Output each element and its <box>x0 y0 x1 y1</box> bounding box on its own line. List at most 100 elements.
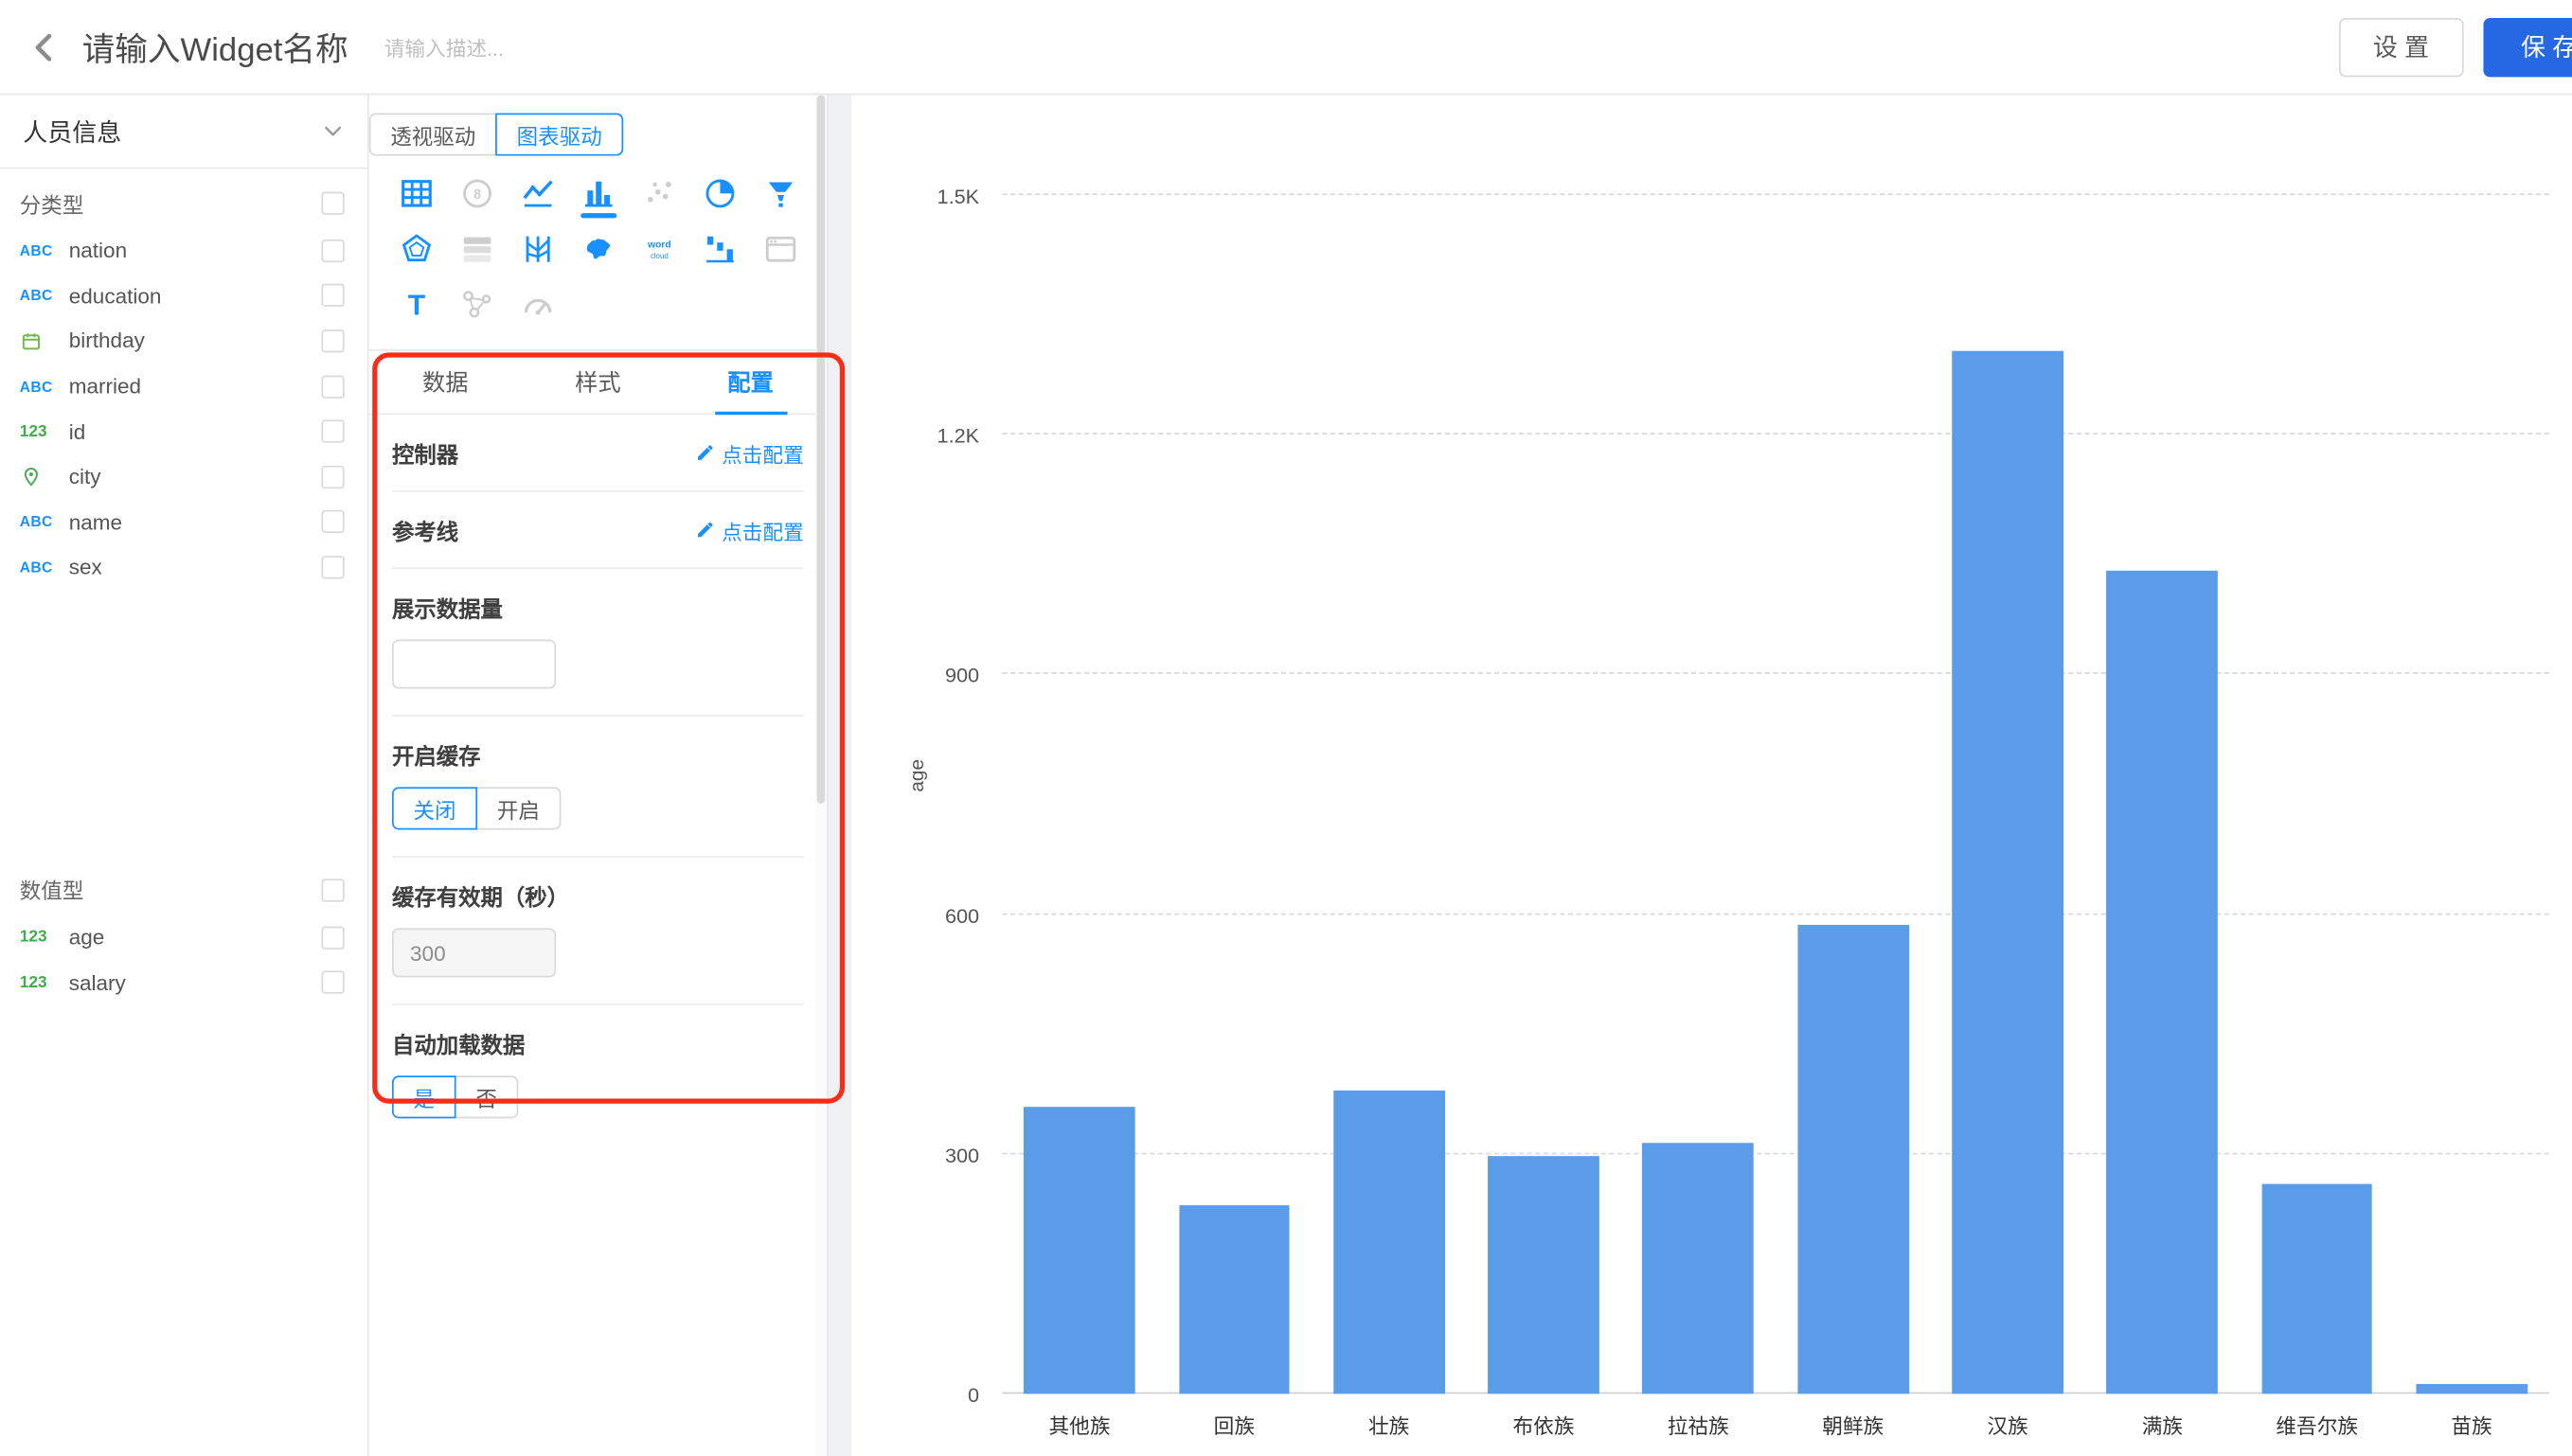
field-checkbox[interactable] <box>322 284 345 307</box>
funnel-chart-icon[interactable] <box>762 175 798 218</box>
select-all-checkbox[interactable] <box>322 192 345 215</box>
field-name: city <box>69 465 322 489</box>
autoload-option[interactable]: 否 <box>455 1075 519 1118</box>
grid-line <box>1002 1152 2548 1154</box>
header-actions: 设 置 保 存 <box>2338 17 2572 76</box>
y-axis-tick-label: 300 <box>878 1145 979 1167</box>
display-count-input[interactable] <box>392 640 556 689</box>
stacked-table-chart-icon[interactable] <box>458 231 494 274</box>
text-field-icon: ABC <box>20 378 69 394</box>
reference-line-configure-label: 点击配置 <box>722 514 804 545</box>
radar-chart-icon[interactable] <box>398 231 434 274</box>
back-button[interactable] <box>23 26 65 68</box>
x-axis-tick-label: 壮族 <box>1312 1409 1466 1440</box>
controller-configure-link[interactable]: 点击配置 <box>695 437 803 469</box>
pie-chart-icon[interactable] <box>701 175 737 218</box>
widget-editor: 请输入Widget名称 请输入描述... 设 置 保 存 人员信息 分类型 ABC… <box>0 0 2572 1456</box>
reference-line-configure-link[interactable]: 点击配置 <box>695 514 803 545</box>
bar[interactable] <box>2107 571 2219 1394</box>
pencil-icon <box>695 520 715 540</box>
field-row[interactable]: city <box>0 454 367 500</box>
bar[interactable] <box>1952 351 2063 1394</box>
field-row[interactable]: 123id <box>0 409 367 454</box>
save-button[interactable]: 保 存 <box>2483 17 2572 76</box>
y-axis-tick-label: 600 <box>878 904 979 927</box>
bar[interactable] <box>2416 1384 2527 1394</box>
autoload-option[interactable]: 是 <box>392 1075 456 1118</box>
field-checkbox[interactable] <box>322 510 345 533</box>
top-bar: 请输入Widget名称 请输入描述... 设 置 保 存 <box>0 0 2572 95</box>
autoload-toggle: 是否 <box>392 1075 518 1118</box>
field-sections: 分类型 ABCnationABCeducationbirthdayABCmarri… <box>0 179 367 1005</box>
field-row[interactable]: ABCname <box>0 500 367 545</box>
field-row[interactable]: 123age <box>0 914 367 960</box>
panel-scrollbar[interactable] <box>815 95 827 1456</box>
bar[interactable] <box>1643 1142 1755 1394</box>
field-checkbox[interactable] <box>322 556 345 578</box>
richtext-chart-icon[interactable]: T <box>398 287 434 329</box>
field-row[interactable]: ABCmarried <box>0 364 367 409</box>
x-axis-tick-label: 布依族 <box>1466 1409 1620 1440</box>
bar[interactable] <box>1179 1206 1291 1394</box>
line-chart-icon[interactable] <box>519 175 555 218</box>
field-checkbox[interactable] <box>322 420 345 443</box>
field-checkbox[interactable] <box>322 466 345 488</box>
pencil-icon <box>695 443 715 463</box>
field-checkbox[interactable] <box>322 971 345 994</box>
waterfall-chart-icon[interactable] <box>701 231 737 274</box>
relation-chart-icon[interactable] <box>458 287 494 329</box>
bar[interactable] <box>1488 1157 1599 1394</box>
x-axis-tick-label: 回族 <box>1157 1409 1312 1440</box>
bar-chart-icon[interactable] <box>580 175 616 218</box>
display-count-block: 展示数据量 <box>392 569 804 717</box>
config-tab[interactable]: 配置 <box>674 351 827 414</box>
bar[interactable] <box>1024 1106 1135 1394</box>
config-tab[interactable]: 样式 <box>522 351 674 414</box>
table-chart-icon[interactable] <box>398 175 434 218</box>
wordcloud-chart-icon[interactable]: wordcloud <box>640 231 676 274</box>
widget-name-input[interactable]: 请输入Widget名称 <box>82 23 348 70</box>
field-row[interactable]: birthday <box>0 318 367 364</box>
field-row[interactable]: ABCnation <box>0 228 367 274</box>
bar[interactable] <box>2261 1184 2373 1394</box>
cache-option[interactable]: 关闭 <box>392 787 477 829</box>
number-field-icon: 123 <box>20 973 69 991</box>
config-tabs: 数据样式配置 <box>369 349 827 415</box>
field-section: 分类型 ABCnationABCeducationbirthdayABCmarri… <box>0 179 367 590</box>
bar[interactable] <box>1797 926 1909 1394</box>
settings-button[interactable]: 设 置 <box>2338 17 2463 76</box>
data-source-selector[interactable]: 人员信息 <box>0 95 367 169</box>
iframe-chart-icon[interactable] <box>762 231 798 274</box>
drive-mode-option[interactable]: 透视驱动 <box>369 114 497 156</box>
field-row[interactable]: 123salary <box>0 960 367 1005</box>
gauge-chart-icon[interactable] <box>519 287 555 329</box>
autoload-block: 自动加载数据 是否 <box>392 1005 804 1145</box>
text-field-icon: ABC <box>20 288 69 304</box>
cache-option[interactable]: 开启 <box>475 787 561 829</box>
config-tab[interactable]: 数据 <box>369 351 522 414</box>
scatter-chart-icon[interactable] <box>640 175 676 218</box>
chart-type-grid: 8 wordcloud T <box>369 156 827 330</box>
config-section: 控制器 点击配置 参考线 点击配置 <box>369 415 827 1145</box>
svg-text:8: 8 <box>473 187 480 203</box>
field-row[interactable]: ABCeducation <box>0 274 367 319</box>
field-row[interactable]: ABCsex <box>0 544 367 590</box>
cache-label: 开启缓存 <box>392 737 804 771</box>
parallel-chart-icon[interactable] <box>519 231 555 274</box>
field-checkbox[interactable] <box>322 375 345 398</box>
grid-line <box>1002 434 2548 435</box>
field-checkbox[interactable] <box>322 329 345 352</box>
drive-mode-option[interactable]: 图表驱动 <box>495 114 623 156</box>
field-checkbox[interactable] <box>322 926 345 949</box>
bar[interactable] <box>1333 1091 1445 1394</box>
select-all-checkbox[interactable] <box>322 879 345 901</box>
scorecard-chart-icon[interactable]: 8 <box>458 175 494 218</box>
field-type-label: 分类型 <box>20 187 84 219</box>
field-type-label: 数值型 <box>20 875 84 906</box>
field-checkbox[interactable] <box>322 240 345 262</box>
scrollbar-thumb[interactable] <box>817 95 826 803</box>
back-arrow-icon <box>27 30 61 63</box>
widget-description-input[interactable]: 请输入描述... <box>384 31 504 62</box>
svg-text:cloud: cloud <box>650 252 668 260</box>
map-chart-icon[interactable] <box>580 231 616 274</box>
